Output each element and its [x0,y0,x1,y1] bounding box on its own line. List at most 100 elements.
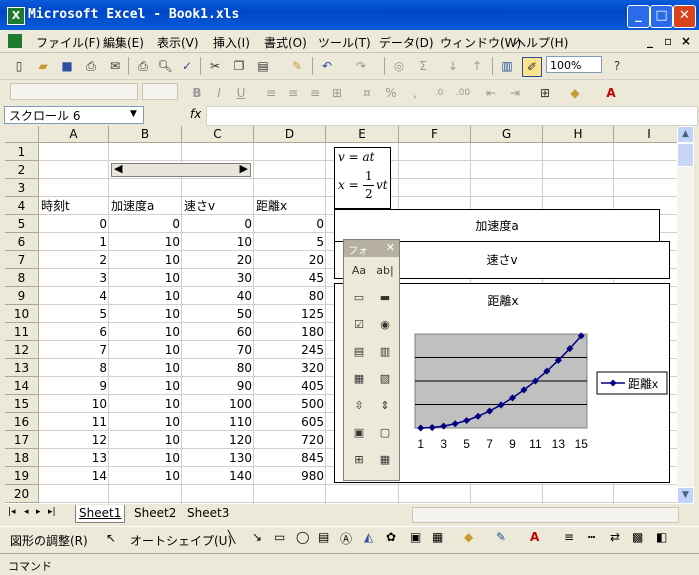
table-cell[interactable]: 0 [39,215,109,233]
table-cell[interactable]: 0 [182,215,254,233]
table-cell[interactable]: 13 [39,449,109,467]
menu-insert[interactable]: 挿入(I) [213,34,250,51]
control-properties-icon[interactable]: ▣ [348,422,370,444]
scroll-up-icon[interactable]: ▲ [677,126,694,143]
format-painter-icon[interactable]: ✎ [288,57,306,75]
row-header-15[interactable]: 15 [5,395,39,413]
arrow-icon[interactable]: ↘ [252,530,262,544]
copy-icon[interactable]: ❐ [230,57,248,75]
help-icon[interactable]: ? [608,57,626,75]
oval-icon[interactable]: ◯ [296,530,309,544]
close-button[interactable]: ✕ [673,5,696,28]
menu-help[interactable]: ヘルプ(H) [514,34,568,51]
table-cell[interactable]: 45 [254,269,326,287]
line-style-icon[interactable]: ≡ [564,530,574,544]
hyperlink-icon[interactable]: ◎ [390,57,408,75]
table-cell[interactable]: 1 [39,233,109,251]
spelling-icon[interactable]: ✓ [178,57,196,75]
dash-style-icon[interactable]: ┅ [588,530,595,544]
table-cell[interactable]: 320 [254,359,326,377]
table-cell[interactable]: 14 [39,467,109,485]
table-cell[interactable]: 50 [182,305,254,323]
open-icon[interactable]: ▰ [34,57,52,75]
table-cell[interactable]: 10 [109,413,182,431]
prev-sheet-icon[interactable]: ◂ [24,507,29,517]
table-cell[interactable]: 5 [254,233,326,251]
table-cell[interactable]: 2 [39,251,109,269]
autoshapes-button[interactable]: オートシェイプ(U) [130,532,232,549]
listbox-icon[interactable]: ▤ [348,341,370,363]
fill-color-icon[interactable]: ◆ [566,84,584,102]
column-header-e[interactable]: E [326,126,399,143]
cut-icon[interactable]: ✂ [206,57,224,75]
align-center-icon[interactable]: ≡ [284,84,302,102]
tab-sheet2[interactable]: Sheet2 [131,505,179,522]
tab-sheet1[interactable]: Sheet1 [75,505,126,523]
label-icon[interactable]: Aa [348,260,370,282]
toggle-grid-icon[interactable]: ⊞ [348,449,370,471]
row-header-10[interactable]: 10 [5,305,39,323]
menu-data[interactable]: データ(D) [379,34,434,51]
table-cell[interactable]: 20 [182,251,254,269]
scrollbar-form-control[interactable]: ◀ ▶ [111,162,251,177]
column-header-a[interactable]: A [39,126,109,143]
row-header-14[interactable]: 14 [5,377,39,395]
table-cell[interactable]: 10 [109,395,182,413]
table-cell[interactable]: 10 [109,341,182,359]
doc-restore-icon[interactable]: ▫ [664,34,672,48]
table-cell[interactable]: 12 [39,431,109,449]
table-cell[interactable]: 245 [254,341,326,359]
rectangle-icon[interactable]: ▭ [274,530,285,544]
tab-sheet3[interactable]: Sheet3 [184,505,232,522]
font-size-select[interactable] [142,83,178,100]
print-icon[interactable]: ⎙ [134,57,152,75]
table-cell[interactable]: 40 [182,287,254,305]
table-cell[interactable]: 180 [254,323,326,341]
name-box-dropdown-icon[interactable]: ▼ [130,109,137,119]
scroll-right-icon[interactable]: ▶ [240,162,248,175]
table-cell[interactable]: 80 [182,359,254,377]
3d-icon[interactable]: ◧ [656,530,667,544]
menu-tools[interactable]: ツール(T) [318,34,371,51]
row-header-9[interactable]: 9 [5,287,39,305]
table-cell[interactable]: 10 [109,269,182,287]
wordart-icon[interactable]: Ⓐ [340,530,352,547]
diagram-icon[interactable]: ◭ [364,530,373,544]
textbox-icon[interactable]: ▤ [318,530,329,544]
line-color-icon[interactable]: ✎ [496,530,506,544]
first-sheet-icon[interactable]: |◂ [8,507,16,517]
editbox-icon[interactable]: ab| [374,260,396,282]
table-cell[interactable]: 4 [39,287,109,305]
align-left-icon[interactable]: ≡ [262,84,280,102]
row-header-20[interactable]: 20 [5,485,39,503]
sort-ascending-icon[interactable]: ↓ [444,57,462,75]
select-all-corner[interactable] [5,126,39,143]
table-cell[interactable]: 8 [39,359,109,377]
menu-edit[interactable]: 編集(E) [103,34,144,51]
font-color-icon[interactable]: A [602,84,620,102]
table-cell[interactable]: 10 [109,251,182,269]
table-cell[interactable]: 10 [182,233,254,251]
run-dialog-icon[interactable]: ▦ [374,449,396,471]
scroll-left-icon[interactable]: ◀ [114,162,122,175]
email-icon[interactable]: ✉ [106,57,124,75]
merge-center-icon[interactable]: ⊞ [328,84,346,102]
menu-window[interactable]: ウィンドウ(W) [440,34,521,51]
drawing-icon[interactable]: ✐ [522,57,542,77]
row-header-18[interactable]: 18 [5,449,39,467]
italic-icon[interactable]: I [210,84,228,102]
increase-indent-icon[interactable]: ⇥ [506,84,524,102]
draw-menu-button[interactable]: 図形の調整(R) [10,532,88,549]
bold-icon[interactable]: B [188,84,206,102]
currency-icon[interactable]: ¤ [358,84,376,102]
row-header-3[interactable]: 3 [5,179,39,197]
vertical-scrollbar[interactable]: ▲ ▼ [677,126,694,504]
sort-descending-icon[interactable]: ↑ [468,57,486,75]
scroll-down-icon[interactable]: ▼ [677,487,694,504]
combobox-icon[interactable]: ▥ [374,341,396,363]
chart-wizard-icon[interactable]: ▥ [498,57,516,75]
minimize-button[interactable]: _ [627,5,650,28]
decrease-indent-icon[interactable]: ⇤ [482,84,500,102]
select-objects-icon[interactable]: ↖ [106,531,116,545]
name-box[interactable]: スクロール 6 [4,106,144,124]
